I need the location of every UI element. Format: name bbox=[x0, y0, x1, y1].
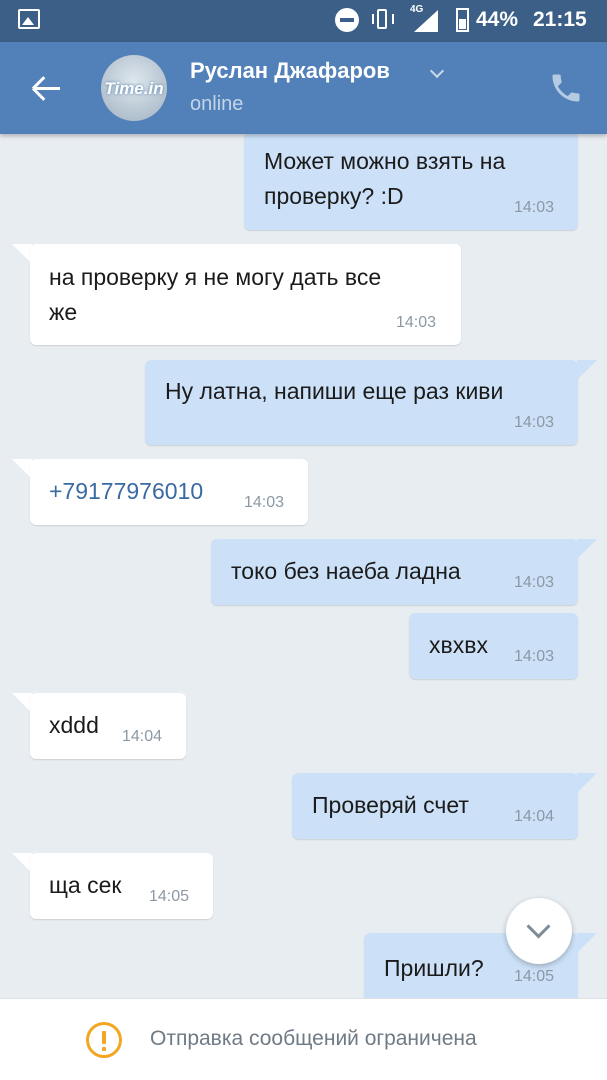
bubble-tail bbox=[12, 459, 32, 479]
signal-icon bbox=[414, 10, 438, 32]
avatar[interactable]: Time.in bbox=[101, 55, 167, 121]
chat-header: Time.in Руслан Джафаров online bbox=[0, 42, 607, 134]
bubble-tail bbox=[12, 693, 32, 713]
message-text: Пришли? bbox=[384, 955, 484, 981]
message-incoming[interactable]: ща сек 14:05 bbox=[30, 853, 213, 919]
message-outgoing[interactable]: токо без наеба ладна 14:03 bbox=[211, 539, 578, 605]
message-time: 14:03 bbox=[514, 199, 555, 216]
message-incoming[interactable]: на проверку я не могу дать все же 14:03 bbox=[30, 244, 461, 345]
message-time: 14:05 bbox=[149, 888, 190, 905]
back-arrow-icon[interactable] bbox=[30, 72, 62, 104]
warning-icon bbox=[86, 1022, 122, 1058]
message-text: Может можно взять на проверку? :D bbox=[264, 148, 506, 209]
gallery-notification-icon bbox=[18, 9, 40, 29]
message-text: хвхвх bbox=[429, 632, 488, 658]
message-text: ща сек bbox=[49, 872, 122, 898]
message-time: 14:05 bbox=[514, 968, 555, 985]
message-time: 14:03 bbox=[514, 574, 555, 591]
chevron-down-icon bbox=[526, 914, 551, 939]
do-not-disturb-icon bbox=[335, 8, 359, 32]
message-text: на проверку я не могу дать все же bbox=[49, 264, 382, 325]
message-time: 14:04 bbox=[514, 808, 555, 825]
bubble-tail bbox=[12, 244, 32, 264]
phone-number-link[interactable]: +79177976010 bbox=[49, 474, 203, 509]
status-bar: 4G 44% 21:15 bbox=[0, 0, 607, 42]
message-outgoing[interactable]: Ну латна, напиши еще раз киви 14:03 bbox=[145, 360, 578, 445]
message-time: 14:03 bbox=[396, 314, 437, 331]
message-incoming[interactable]: xddd 14:04 bbox=[30, 693, 186, 759]
online-status: online bbox=[190, 93, 244, 115]
message-text: токо без наеба ладна bbox=[231, 558, 461, 584]
vibrate-icon bbox=[370, 8, 396, 32]
restriction-notice: Отправка сообщений ограничена bbox=[150, 1027, 477, 1050]
message-time: 14:03 bbox=[514, 648, 555, 665]
bubble-tail bbox=[577, 933, 597, 953]
message-text: xddd bbox=[49, 712, 99, 738]
messaging-restricted-bar: Отправка сообщений ограничена bbox=[0, 998, 607, 1080]
bubble-tail bbox=[577, 539, 597, 559]
phone-call-icon[interactable] bbox=[548, 70, 584, 106]
message-outgoing[interactable]: Может можно взять на проверку? :D 14:03 bbox=[244, 132, 578, 230]
chat-screen: 4G 44% 21:15 Time.in Руслан Джафаров onl… bbox=[0, 0, 607, 1080]
chevron-down-icon[interactable] bbox=[429, 63, 445, 79]
message-time: 14:03 bbox=[244, 494, 285, 511]
message-time: 14:03 bbox=[514, 414, 555, 431]
message-text: Проверяй счет bbox=[312, 792, 469, 818]
battery-icon bbox=[456, 8, 469, 32]
message-text: Ну латна, напиши еще раз киви bbox=[165, 378, 504, 404]
contact-name[interactable]: Руслан Джафаров bbox=[190, 58, 390, 84]
message-time: 14:04 bbox=[122, 728, 163, 745]
bubble-tail bbox=[577, 360, 597, 380]
message-outgoing[interactable]: хвхвх 14:03 bbox=[409, 613, 578, 679]
bubble-tail bbox=[577, 773, 597, 793]
avatar-logo: Time.in bbox=[104, 79, 164, 98]
message-incoming[interactable]: +79177976010 14:03 bbox=[30, 459, 308, 525]
clock: 21:15 bbox=[533, 8, 587, 31]
scroll-to-bottom-button[interactable] bbox=[506, 898, 572, 964]
message-outgoing[interactable]: Проверяй счет 14:04 bbox=[292, 773, 578, 839]
bubble-tail bbox=[12, 853, 32, 873]
battery-percentage: 44% bbox=[476, 8, 519, 31]
